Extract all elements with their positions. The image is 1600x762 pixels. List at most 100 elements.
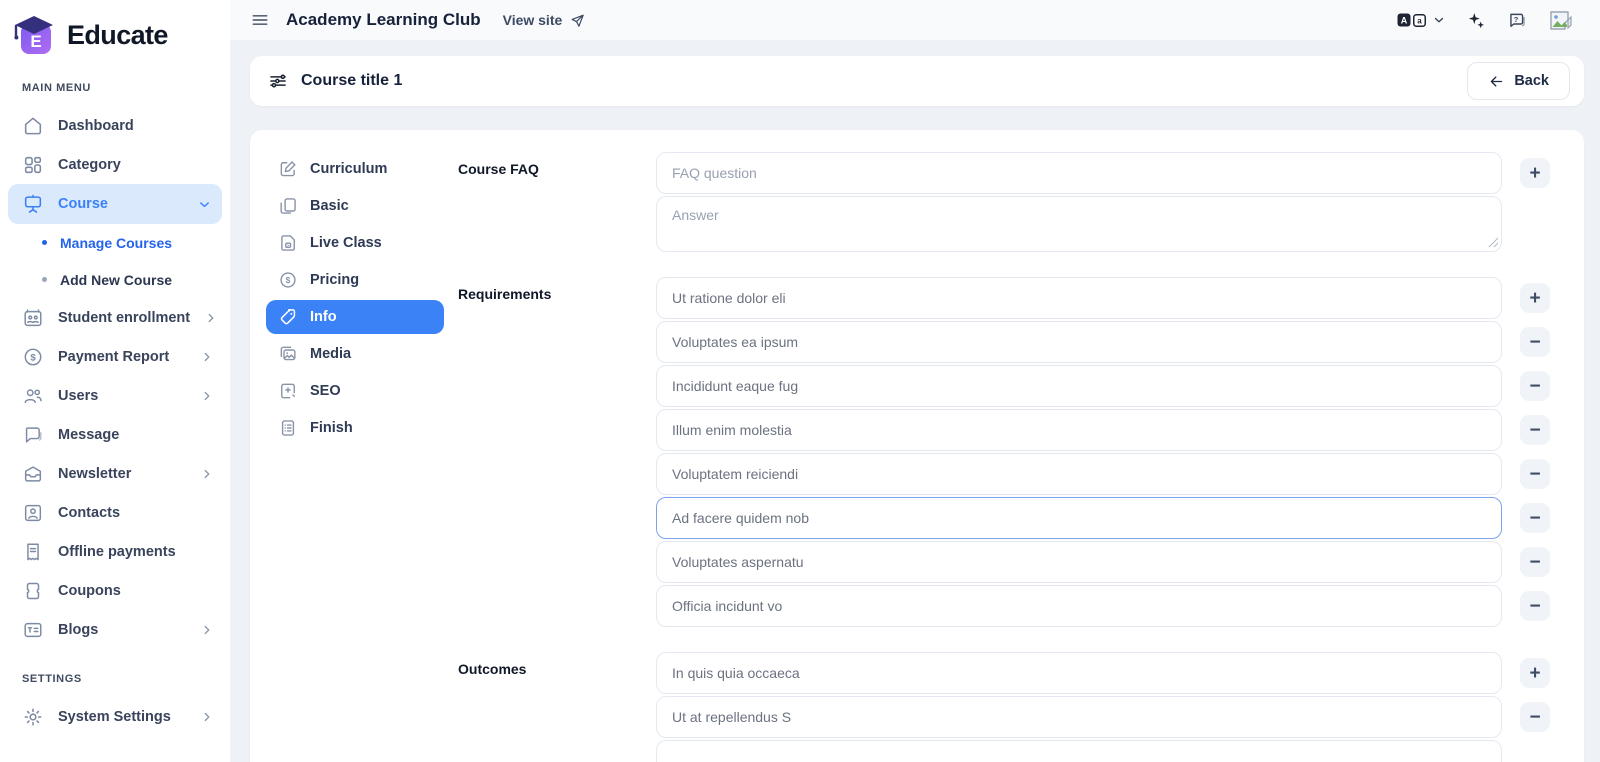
sidebar-item-dashboard[interactable]: Dashboard (0, 106, 230, 145)
sidebar-item-label: Student enrollment (58, 310, 190, 326)
remove-requirement-button[interactable]: − (1520, 459, 1550, 489)
tab-finish[interactable]: Finish (266, 411, 444, 445)
sidebar-item-label: Newsletter (58, 466, 186, 482)
checklist-icon (278, 418, 298, 438)
requirement-row: − (656, 409, 1550, 451)
requirement-input[interactable] (656, 453, 1502, 495)
view-site-link[interactable]: View site (503, 12, 587, 29)
requirement-input[interactable] (656, 321, 1502, 363)
add-faq-button[interactable]: + (1520, 158, 1550, 188)
avatar-broken-image[interactable] (1548, 8, 1574, 32)
svg-text:A: A (1401, 15, 1408, 25)
requirement-input[interactable] (656, 585, 1502, 627)
add-requirement-button[interactable]: + (1520, 283, 1550, 313)
sidebar-item-system-settings[interactable]: System Settings (0, 697, 230, 736)
sidebar-item-message[interactable]: Message (0, 415, 230, 454)
home-icon (22, 115, 44, 137)
remove-requirement-button[interactable]: − (1520, 371, 1550, 401)
sidebar-item-label: Users (58, 388, 186, 404)
sidebar-item-course[interactable]: Course (8, 184, 222, 224)
tab-info[interactable]: Info (266, 300, 444, 334)
requirement-input[interactable] (656, 277, 1502, 319)
svg-text:$: $ (30, 352, 36, 363)
copy-pages-icon (278, 196, 298, 216)
sidebar-item-student-enrollment[interactable]: Student enrollment (0, 298, 230, 337)
info-form: Course FAQ + (458, 152, 1550, 762)
edit-pencil-icon (278, 159, 298, 179)
sidebar-subitem-manage-courses[interactable]: Manage Courses (0, 224, 230, 261)
requirement-input[interactable] (656, 541, 1502, 583)
outcome-input[interactable] (656, 652, 1502, 694)
outcome-input[interactable] (656, 740, 1502, 762)
remove-requirement-button[interactable]: − (1520, 591, 1550, 621)
sliders-icon (268, 71, 288, 91)
faq-question-input[interactable] (656, 152, 1502, 194)
sidebar-item-offline-payments[interactable]: Offline payments (0, 532, 230, 571)
sidebar-item-newsletter[interactable]: Newsletter (0, 454, 230, 493)
tab-live-class[interactable]: Live Class (266, 226, 444, 260)
hamburger-menu-icon[interactable] (250, 10, 270, 30)
sidebar-item-label: Message (58, 427, 214, 443)
sidebar-subitem-add-new-course[interactable]: Add New Course (0, 261, 230, 298)
sidebar-item-label: Course (58, 196, 183, 212)
tab-label: Basic (310, 198, 349, 214)
tab-pricing[interactable]: $ Pricing (266, 263, 444, 297)
back-button-label: Back (1514, 73, 1549, 89)
faq-answer-textarea[interactable] (656, 196, 1502, 252)
dollar-circle-icon: $ (22, 346, 44, 368)
requirement-input[interactable] (656, 409, 1502, 451)
sidebar: E Educate MAIN MENU Dashboard Category C… (0, 0, 230, 762)
outcome-row: + (656, 652, 1550, 694)
outcome-input[interactable] (656, 696, 1502, 738)
graduation-cap-logo-icon: E (12, 14, 58, 56)
tab-seo[interactable]: SEO (266, 374, 444, 408)
svg-text:E: E (30, 32, 41, 51)
add-outcome-button[interactable]: + (1520, 658, 1550, 688)
newsletter-inbox-icon (22, 463, 44, 485)
topbar-actions: A a ? (1397, 8, 1574, 32)
tab-basic[interactable]: Basic (266, 189, 444, 223)
chat-question-icon[interactable]: ? (1507, 10, 1528, 31)
language-selector[interactable]: A a (1397, 13, 1446, 27)
settings-label: SETTINGS (0, 663, 230, 697)
requirement-input[interactable] (656, 365, 1502, 407)
sidebar-item-payment-report[interactable]: $ Payment Report (0, 337, 230, 376)
remove-outcome-button[interactable]: − (1520, 702, 1550, 732)
users-icon (22, 385, 44, 407)
doc-play-icon (278, 233, 298, 253)
back-button[interactable]: Back (1467, 62, 1570, 100)
sidebar-item-contacts[interactable]: Contacts (0, 493, 230, 532)
arrow-left-icon (1488, 73, 1505, 90)
requirements-group: Requirements + − − (458, 277, 1550, 627)
blog-card-icon (22, 619, 44, 641)
send-icon (569, 12, 586, 29)
contact-card-icon (22, 502, 44, 524)
chevron-right-icon (200, 467, 214, 481)
sidebar-item-users[interactable]: Users (0, 376, 230, 415)
requirement-row-focused: − (656, 497, 1550, 539)
remove-requirement-button[interactable]: − (1520, 547, 1550, 577)
requirement-row: − (656, 541, 1550, 583)
tab-curriculum[interactable]: Curriculum (266, 152, 444, 186)
sparkles-icon[interactable] (1466, 10, 1487, 31)
tab-media[interactable]: Media (266, 337, 444, 371)
requirement-row: − (656, 453, 1550, 495)
sidebar-item-coupons[interactable]: Coupons (0, 571, 230, 610)
category-grid-icon (22, 154, 44, 176)
brand-logo[interactable]: E Educate (0, 8, 230, 72)
enrollment-icon (22, 307, 44, 329)
remove-requirement-button[interactable]: − (1520, 503, 1550, 533)
tab-label: Media (310, 346, 351, 362)
requirement-input-focused[interactable] (656, 497, 1502, 539)
remove-requirement-button[interactable]: − (1520, 415, 1550, 445)
svg-text:$: $ (286, 275, 291, 285)
chevron-down-icon (197, 197, 212, 212)
chevron-right-icon (204, 311, 218, 325)
remove-requirement-button[interactable]: − (1520, 327, 1550, 357)
sidebar-item-category[interactable]: Category (0, 145, 230, 184)
sidebar-item-label: System Settings (58, 709, 186, 725)
sidebar-item-blogs[interactable]: Blogs (0, 610, 230, 649)
course-edit-panel: Curriculum Basic Live Class $ Pricing (250, 130, 1584, 762)
chevron-right-icon (200, 350, 214, 364)
sidebar-item-label: Payment Report (58, 349, 186, 365)
